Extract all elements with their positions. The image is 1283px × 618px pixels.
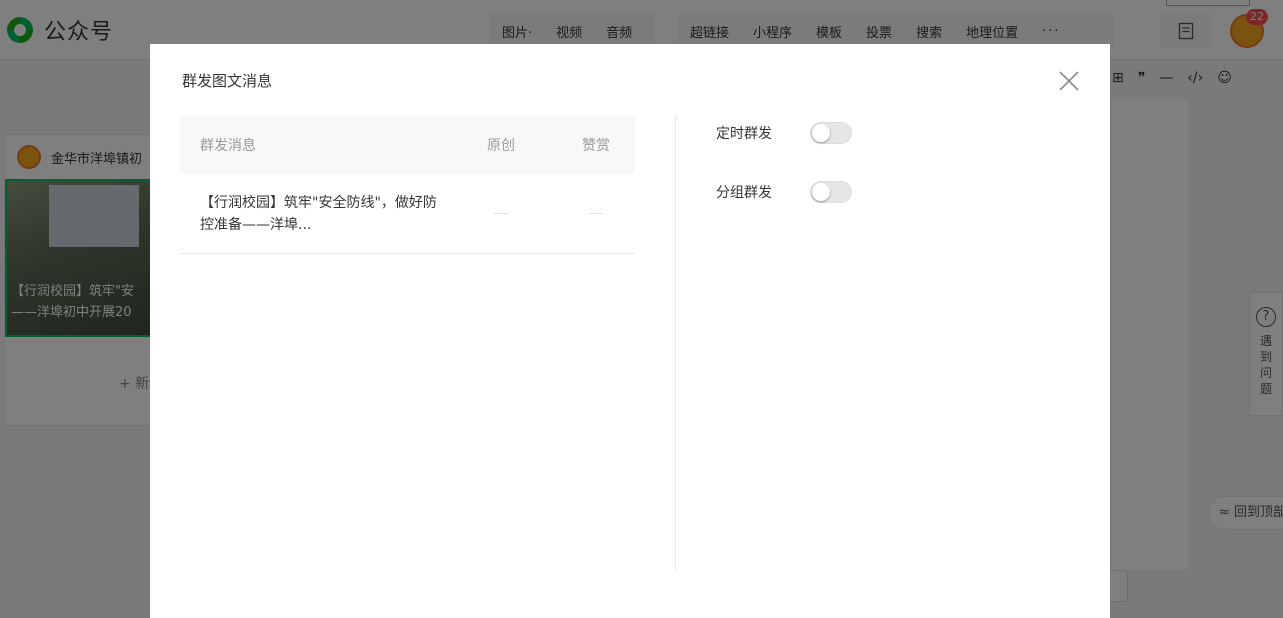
vertical-divider [675, 116, 676, 571]
dialog-title: 群发图文消息 [182, 72, 273, 90]
table-header: 群发消息 原创 赞赏 [180, 116, 635, 174]
column-header-message: 群发消息 [200, 138, 256, 154]
column-header-original: 原创 [487, 138, 515, 154]
mass-send-dialog: 群发图文消息 群发消息 原创 赞赏 【行润校园】筑牢"安全防线"，做好防控准备—… [150, 44, 1110, 618]
empty-dash [589, 213, 603, 214]
group-send-toggle[interactable] [810, 181, 852, 203]
reward-cell [557, 213, 635, 214]
close-icon[interactable] [1056, 68, 1082, 94]
message-title-cell: 【行润校园】筑牢"安全防线"，做好防控准备——洋埠... [200, 194, 437, 233]
scheduled-send-toggle[interactable] [810, 122, 852, 144]
group-send-option: 分组群发 [716, 181, 852, 203]
group-send-label: 分组群发 [716, 185, 772, 201]
message-table: 群发消息 原创 赞赏 【行润校园】筑牢"安全防线"，做好防控准备——洋埠... [180, 116, 635, 254]
column-header-reward: 赞赏 [582, 138, 610, 154]
scheduled-send-option: 定时群发 [716, 122, 852, 144]
scheduled-send-label: 定时群发 [716, 126, 772, 142]
original-cell [445, 213, 557, 214]
toggle-knob [812, 183, 830, 201]
toggle-knob [812, 124, 830, 142]
table-row: 【行润校园】筑牢"安全防线"，做好防控准备——洋埠... [180, 174, 635, 254]
empty-dash [494, 213, 508, 214]
